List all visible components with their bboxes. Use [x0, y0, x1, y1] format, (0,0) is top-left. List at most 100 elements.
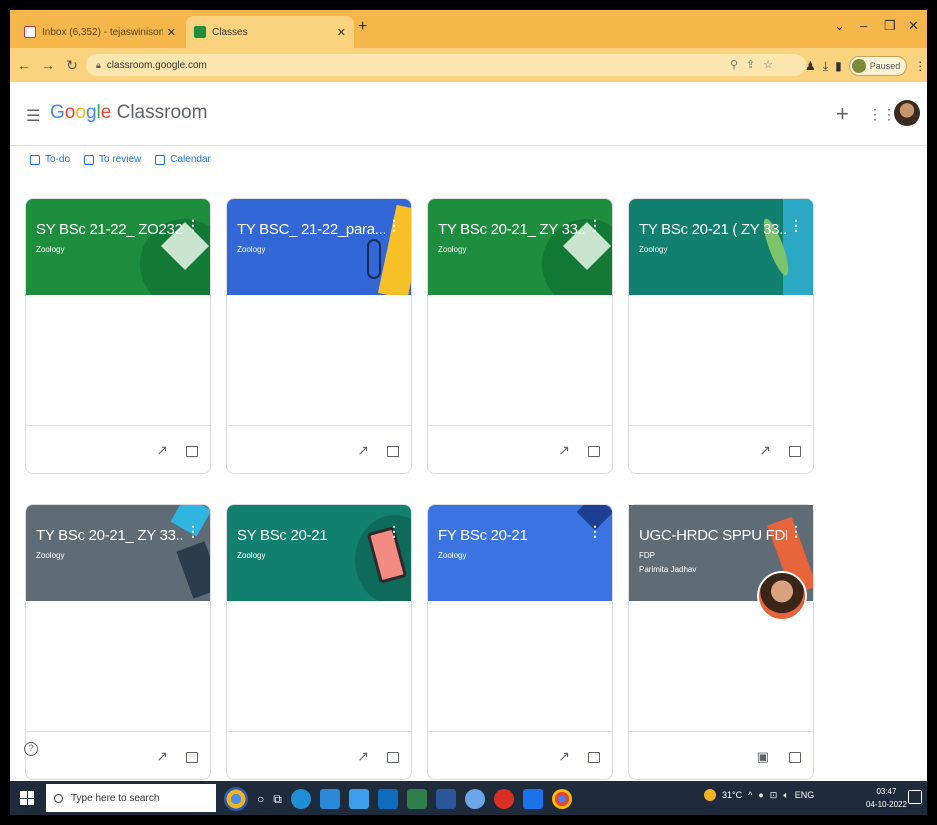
- trending-icon[interactable]: ↗: [558, 442, 570, 459]
- folder-icon[interactable]: [387, 752, 399, 763]
- class-card-banner[interactable]: FY BSc 20-21 Zoology ⋮: [428, 505, 612, 601]
- class-title[interactable]: TY BSc 20-21 ( ZY 33...: [639, 221, 787, 238]
- class-card-banner[interactable]: SY BSc 21-22_ ZO232... Zoology ⋮: [26, 199, 210, 295]
- more-options-icon[interactable]: ⋮: [387, 217, 401, 234]
- forward-icon[interactable]: →: [38, 57, 58, 73]
- class-card[interactable]: FY BSc 20-21 Zoology ⋮ ↗: [427, 504, 613, 780]
- word-icon[interactable]: [435, 789, 456, 809]
- show-hidden-icons-icon[interactable]: ^: [748, 790, 752, 800]
- more-options-icon[interactable]: ⋮: [186, 523, 200, 540]
- class-title[interactable]: TY BSc 20-21_ ZY 33...: [438, 221, 586, 238]
- more-options-icon[interactable]: ⋮: [387, 523, 401, 540]
- network-icon[interactable]: ⊡: [770, 790, 778, 801]
- folder-icon[interactable]: [789, 752, 801, 763]
- trending-icon[interactable]: ↗: [558, 748, 570, 765]
- trending-icon[interactable]: ↗: [357, 748, 369, 765]
- folder-icon[interactable]: [186, 752, 198, 763]
- cortana-icon[interactable]: ○: [257, 792, 264, 806]
- create-join-class-icon[interactable]: +: [836, 101, 849, 127]
- minimize-icon[interactable]: –: [860, 18, 867, 33]
- address-bar[interactable]: 🔒︎ classroom.google.com: [86, 54, 806, 76]
- class-card-banner[interactable]: SY BSc 20-21 Zoology ⋮: [227, 505, 411, 601]
- todo-link[interactable]: To-do: [30, 154, 70, 165]
- weather-temperature[interactable]: 31°C: [722, 790, 742, 800]
- tab-gmail-inbox[interactable]: Inbox (6,352) - tejaswinisontakke ✕: [16, 16, 184, 48]
- close-tab-icon[interactable]: ✕: [337, 26, 346, 39]
- more-options-icon[interactable]: ⋮: [588, 523, 602, 540]
- account-avatar[interactable]: [894, 100, 920, 126]
- folder-icon[interactable]: [186, 446, 198, 457]
- close-tab-icon[interactable]: ✕: [167, 26, 176, 39]
- address-bar-actions-icon[interactable]: ⚲⇪☆: [730, 58, 781, 71]
- mail-icon[interactable]: [377, 789, 398, 809]
- class-card-banner[interactable]: TY BSC_ 21-22_para... Zoology ⋮: [227, 199, 411, 295]
- class-card[interactable]: UGC-HRDC SPPU FDP FDP Parimita Jadhav ⋮ …: [628, 504, 814, 780]
- taskbar-clock[interactable]: 03:47 04-10-2022: [866, 785, 907, 811]
- tray-app-icon[interactable]: ●: [758, 790, 763, 800]
- class-title[interactable]: SY BSc 20-21: [237, 527, 385, 544]
- taskbar-search-box[interactable]: Type here to search: [46, 784, 216, 812]
- profile-button[interactable]: Paused: [848, 56, 908, 76]
- assignment-icon[interactable]: ▣: [757, 749, 769, 765]
- notifications-icon[interactable]: [908, 790, 922, 804]
- class-title[interactable]: TY BSc 20-21_ ZY 33...: [36, 527, 184, 544]
- trending-icon[interactable]: ↗: [156, 442, 168, 459]
- clock-time: 03:47: [876, 787, 897, 796]
- app-icon[interactable]: [319, 789, 340, 809]
- teacher-avatar[interactable]: [757, 571, 807, 621]
- trending-icon[interactable]: ↗: [759, 442, 771, 459]
- side-panel-icon[interactable]: ▮: [835, 59, 842, 73]
- trending-icon[interactable]: ↗: [156, 748, 168, 765]
- folder-icon[interactable]: [789, 446, 801, 457]
- close-window-icon[interactable]: ✕: [908, 18, 919, 34]
- class-card-banner[interactable]: TY BSc 20-21_ ZY 33... Zoology ⋮: [26, 505, 210, 601]
- download-icon[interactable]: ⤓: [823, 59, 828, 74]
- help-icon[interactable]: ?: [24, 742, 38, 756]
- widgets-icon[interactable]: [224, 787, 248, 811]
- hamburger-menu-icon[interactable]: ☰: [26, 106, 40, 126]
- tab-search-icon[interactable]: ⌄: [834, 18, 845, 34]
- more-options-icon[interactable]: ⋮: [186, 217, 200, 234]
- reload-icon[interactable]: ↻: [62, 57, 82, 74]
- store-icon[interactable]: [348, 789, 369, 809]
- more-options-icon[interactable]: ⋮: [789, 217, 803, 234]
- task-view-icon[interactable]: ⧉: [273, 792, 282, 807]
- weather-icon[interactable]: [704, 789, 716, 801]
- class-card[interactable]: SY BSc 21-22_ ZO232... Zoology ⋮ ↗: [25, 198, 211, 474]
- chrome-icon[interactable]: [551, 789, 572, 809]
- extension-icon[interactable]: ♟: [805, 59, 816, 73]
- restore-icon[interactable]: ❐: [884, 18, 896, 34]
- new-tab-icon[interactable]: +: [358, 18, 367, 36]
- excel-icon[interactable]: [406, 789, 427, 809]
- class-card-banner[interactable]: TY BSc 20-21_ ZY 33... Zoology ⋮: [428, 199, 612, 295]
- photos-icon[interactable]: [522, 789, 543, 809]
- calendar-link[interactable]: Calendar: [155, 154, 211, 165]
- folder-icon[interactable]: [588, 752, 600, 763]
- trending-icon[interactable]: ↗: [357, 442, 369, 459]
- class-card[interactable]: TY BSc 20-21 ( ZY 33... Zoology ⋮ ↗: [628, 198, 814, 474]
- language-indicator[interactable]: ENG: [795, 790, 815, 800]
- google-classroom-logo[interactable]: Google Classroom: [50, 102, 207, 124]
- to-review-link[interactable]: To review: [84, 154, 141, 165]
- class-card-banner[interactable]: TY BSc 20-21 ( ZY 33... Zoology ⋮: [629, 199, 813, 295]
- class-card[interactable]: TY BSC_ 21-22_para... Zoology ⋮ ↗: [226, 198, 412, 474]
- more-options-icon[interactable]: ⋮: [789, 523, 803, 540]
- class-title[interactable]: UGC-HRDC SPPU FDP: [639, 527, 787, 544]
- windows-start-icon[interactable]: [20, 791, 34, 805]
- app-icon[interactable]: [464, 789, 485, 809]
- folder-icon[interactable]: [588, 446, 600, 457]
- folder-icon[interactable]: [387, 446, 399, 457]
- opera-icon[interactable]: [493, 789, 514, 809]
- tab-classes[interactable]: Classes ✕: [186, 16, 354, 48]
- browser-menu-icon[interactable]: ⋮: [914, 59, 926, 73]
- more-options-icon[interactable]: ⋮: [588, 217, 602, 234]
- class-card[interactable]: TY BSc 20-21_ ZY 33... Zoology ⋮ ↗: [25, 504, 211, 780]
- class-title[interactable]: SY BSc 21-22_ ZO232...: [36, 221, 184, 238]
- class-card[interactable]: TY BSc 20-21_ ZY 33... Zoology ⋮ ↗: [427, 198, 613, 474]
- edge-browser-icon[interactable]: [290, 789, 311, 809]
- class-card[interactable]: SY BSc 20-21 Zoology ⋮ ↗: [226, 504, 412, 780]
- volume-icon[interactable]: 🔈︎: [783, 790, 788, 801]
- back-icon[interactable]: ←: [14, 57, 34, 73]
- class-title[interactable]: FY BSc 20-21: [438, 527, 586, 544]
- class-title[interactable]: TY BSC_ 21-22_para...: [237, 221, 385, 238]
